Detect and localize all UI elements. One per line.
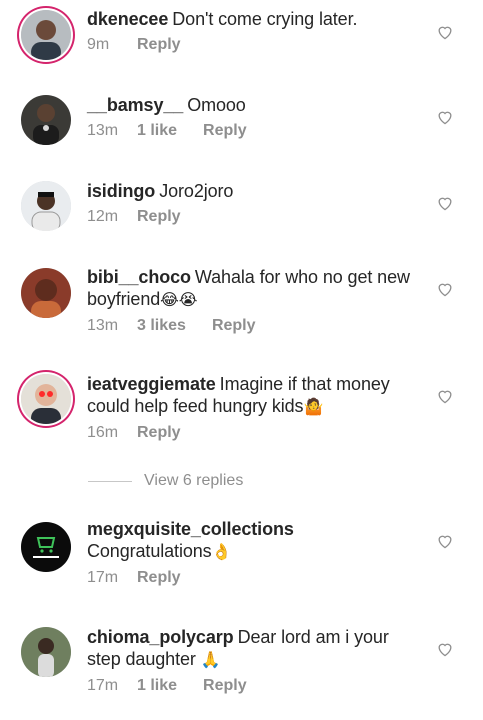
avatar[interactable] (21, 181, 71, 231)
reply-button[interactable]: Reply (137, 569, 181, 587)
comment-text: Omooo (187, 95, 246, 115)
reply-button[interactable]: Reply (203, 122, 247, 140)
comment-username[interactable]: bibi__choco (87, 267, 191, 287)
comment-text: Don't come crying later. (172, 9, 358, 29)
comment-time: 17m (87, 677, 119, 694)
comment-username[interactable]: megxquisite_collections (87, 519, 294, 539)
comment-time: 9m (87, 36, 110, 53)
avatar[interactable] (21, 374, 71, 424)
comment-time: 12m (87, 208, 119, 225)
comment-emoji: 🤷 (303, 397, 324, 416)
comment-text: Congratulations (87, 541, 212, 561)
heart-outline-icon[interactable] (436, 533, 454, 549)
avatar[interactable] (21, 522, 71, 572)
heart-outline-icon[interactable] (436, 24, 454, 40)
comment-time: 13m (87, 122, 119, 139)
like-count[interactable]: 3 likes (137, 317, 186, 335)
reply-button[interactable]: Reply (137, 208, 181, 226)
reply-button[interactable]: Reply (137, 424, 181, 442)
avatar[interactable] (21, 10, 71, 60)
view-replies-label: View 6 replies (144, 472, 244, 489)
avatar[interactable] (21, 627, 71, 677)
reply-button[interactable]: Reply (203, 677, 247, 695)
divider-line (88, 480, 132, 482)
avatar[interactable] (21, 268, 71, 318)
comment-username[interactable]: chioma_polycarp (87, 627, 234, 647)
heart-outline-icon[interactable] (436, 281, 454, 297)
comment-text: Joro2joro (159, 181, 234, 201)
comment-time: 16m (87, 424, 119, 441)
comment-username[interactable]: dkenecee (87, 9, 168, 29)
comment-time: 17m (87, 569, 119, 586)
reply-button[interactable]: Reply (212, 317, 256, 335)
heart-outline-icon[interactable] (436, 195, 454, 211)
comment-emoji: 😂😭 (160, 290, 198, 309)
comment-time: 13m (87, 317, 119, 334)
comment-username[interactable]: __bamsy__ (87, 95, 183, 115)
avatar[interactable] (21, 95, 71, 145)
comment-emoji: 🙏 (200, 650, 221, 669)
reply-button[interactable]: Reply (137, 36, 181, 54)
like-count[interactable]: 1 like (137, 122, 177, 140)
view-replies-button[interactable]: View 6 replies (88, 471, 243, 491)
comment-emoji: 👌 (211, 542, 232, 561)
comment-username[interactable]: ieatveggiemate (87, 374, 216, 394)
heart-outline-icon[interactable] (436, 641, 454, 657)
like-count[interactable]: 1 like (137, 677, 177, 695)
heart-outline-icon[interactable] (436, 388, 454, 404)
heart-outline-icon[interactable] (436, 109, 454, 125)
comment-username[interactable]: isidingo (87, 181, 155, 201)
